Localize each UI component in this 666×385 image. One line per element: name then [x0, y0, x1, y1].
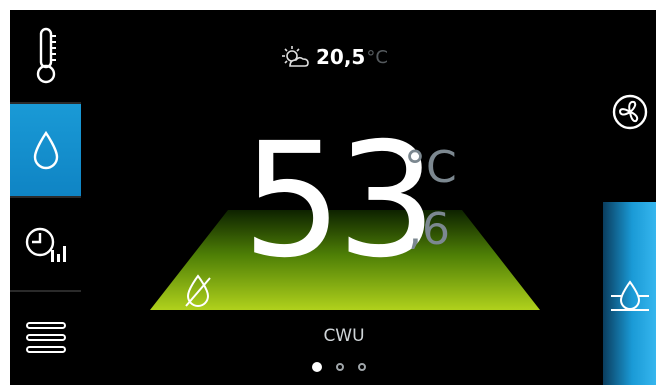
device-screen: 20,5 °C 53 °C ,6 CWU: [10, 10, 656, 385]
water-temperature-decimal: ,6: [408, 204, 450, 255]
sidebar-item-schedule[interactable]: [10, 198, 81, 292]
mode-label: CWU: [323, 326, 365, 346]
thermometer-icon: [36, 27, 56, 84]
outdoor-weather: 20,5 °C: [280, 42, 388, 72]
water-heater-icon: [611, 280, 649, 311]
hot-water-heater-panel[interactable]: [603, 202, 656, 385]
outdoor-temperature: 20,5: [316, 45, 366, 69]
sidebar-item-menu[interactable]: [10, 292, 81, 384]
sidebar: [10, 10, 81, 385]
no-water-icon: [185, 274, 211, 307]
menu-icon: [25, 322, 66, 353]
fan-icon[interactable]: [610, 92, 650, 132]
water-temperature-unit: °C: [404, 142, 457, 193]
sun-cloud-icon: [282, 46, 309, 67]
page-dot-2[interactable]: [336, 363, 344, 371]
page-indicator[interactable]: [312, 362, 366, 372]
sidebar-item-hot-water[interactable]: [10, 104, 81, 198]
outdoor-temperature-unit: °C: [366, 46, 388, 68]
page-dot-1[interactable]: [312, 362, 322, 372]
water-temperature: 53: [242, 109, 437, 293]
page-dot-3[interactable]: [358, 363, 366, 371]
sidebar-item-temperature[interactable]: [10, 10, 81, 104]
water-drop-icon: [33, 130, 58, 170]
clock-schedule-icon: [25, 227, 66, 262]
